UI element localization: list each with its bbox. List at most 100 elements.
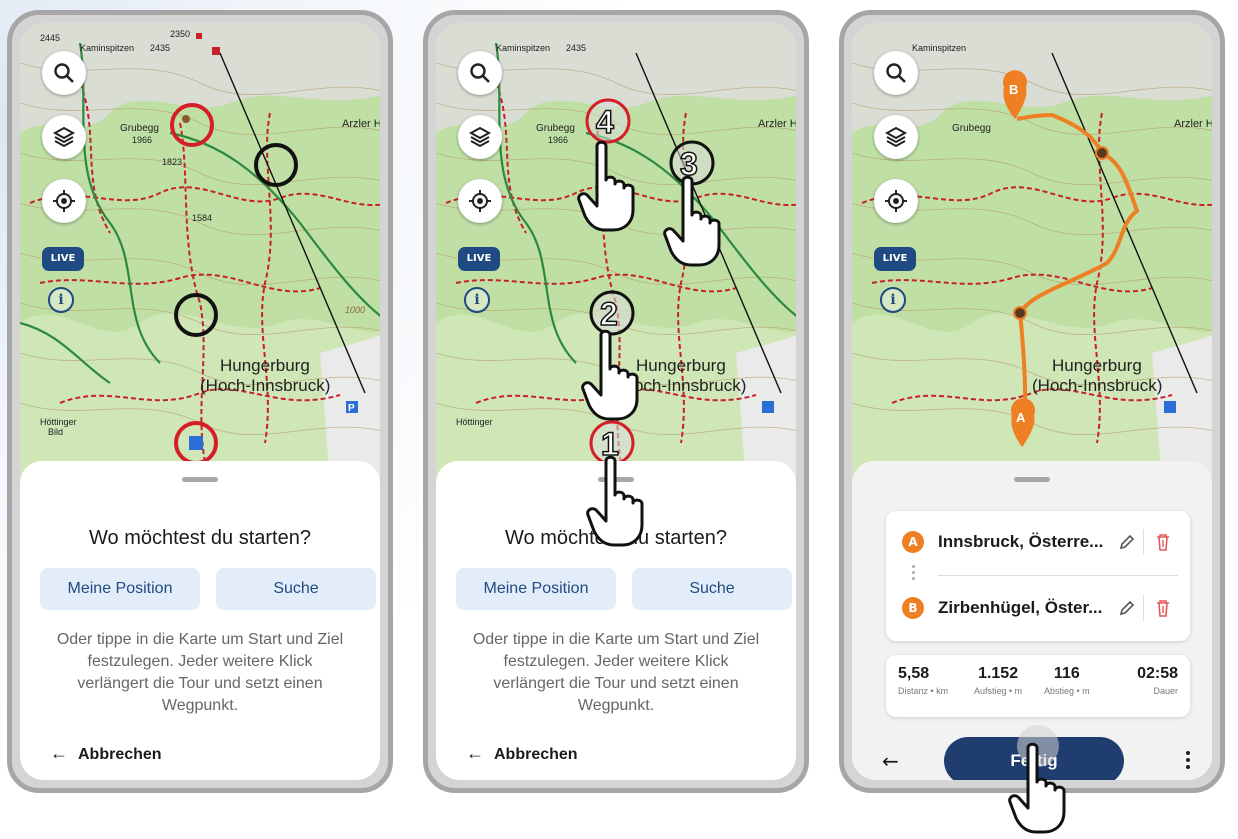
- pencil-icon[interactable]: [1118, 599, 1136, 617]
- label-hoch-innsbruck: (Hoch-Innsbruck): [1032, 376, 1162, 395]
- end-badge: B: [902, 597, 924, 619]
- start-marker-label: A: [1016, 410, 1026, 425]
- label-grubegg: Grubegg: [536, 123, 575, 134]
- pencil-icon[interactable]: [1118, 533, 1136, 551]
- arrow-left-icon: ←: [466, 743, 484, 763]
- search-icon: [470, 63, 490, 83]
- live-button[interactable]: LIVE: [874, 247, 916, 271]
- label-elev-1823: 1823: [162, 157, 182, 167]
- info-icon[interactable]: i: [48, 287, 74, 313]
- hint-text: Oder tippe in die Karte um Start und Zie…: [472, 631, 760, 714]
- start-name: Innsbruck, Österre...: [938, 532, 1104, 551]
- stat-descent-label: Abstieg • m: [1044, 686, 1090, 696]
- search-start-button[interactable]: Suche: [216, 568, 376, 610]
- cancel-label: Abbrechen: [494, 746, 578, 763]
- map-view[interactable]: Kaminspitzen Grubegg Arzler H Hungerburg…: [852, 23, 1212, 483]
- stat-distance-label: Distanz • km: [898, 686, 949, 696]
- hand-pointer-icon: [663, 175, 721, 267]
- locate-button[interactable]: [42, 179, 86, 223]
- phone-frame-3: Kaminspitzen Grubegg Arzler H Hungerburg…: [839, 10, 1225, 793]
- label-hungerburg: Hungerburg: [1052, 356, 1142, 375]
- row-divider: [938, 575, 1178, 576]
- label-hottinger: Höttinger: [456, 417, 493, 427]
- my-position-button[interactable]: Meine Position: [40, 568, 200, 610]
- search-icon: [54, 63, 74, 83]
- live-button[interactable]: LIVE: [42, 247, 84, 271]
- start-sheet: Wo möchtest du starten? Meine Position S…: [20, 461, 380, 780]
- cancel-button[interactable]: ← Abbrechen: [50, 743, 162, 764]
- info-icon[interactable]: i: [464, 287, 490, 313]
- sheet-title: Wo möchtest du starten?: [89, 527, 311, 549]
- start-badge: A: [902, 531, 924, 553]
- layers-button[interactable]: [874, 115, 918, 159]
- search-start-button[interactable]: Suche: [632, 568, 792, 610]
- screen-3: Kaminspitzen Grubegg Arzler H Hungerburg…: [852, 23, 1212, 780]
- search-icon: [886, 63, 906, 83]
- label-elev-2350: 2350: [170, 29, 190, 39]
- label-grubegg-elev: 1966: [548, 135, 568, 145]
- parking-icon: P: [348, 403, 355, 414]
- locate-button[interactable]: [874, 179, 918, 223]
- dot: [912, 565, 915, 568]
- label-arzler: Arzler H: [1174, 118, 1212, 130]
- label-elev-2435: 2435: [566, 43, 586, 53]
- trash-icon[interactable]: [1154, 598, 1172, 618]
- label-bild: Bild: [48, 427, 63, 437]
- search-button[interactable]: [42, 51, 86, 95]
- dot: [912, 571, 915, 574]
- divider: [1143, 529, 1144, 555]
- divider: [1143, 595, 1144, 621]
- layers-button[interactable]: [42, 115, 86, 159]
- end-row[interactable]: B Zirbenhügel, Öster...: [902, 589, 1178, 629]
- stat-duration-label: Dauer: [1153, 686, 1178, 696]
- label-kaminspitzen: Kaminspitzen: [912, 43, 966, 53]
- label-grubegg: Grubegg: [120, 123, 159, 134]
- locate-button[interactable]: [458, 179, 502, 223]
- locate-icon: [53, 190, 75, 212]
- hand-pointer-icon: [581, 329, 639, 421]
- stat-ascent: 1.152 Aufstieg • m: [974, 665, 1022, 696]
- stat-ascent-label: Aufstieg • m: [974, 686, 1023, 696]
- my-position-button[interactable]: Meine Position: [456, 568, 616, 610]
- label-hoch-innsbruck: (Hoch-Innsbruck): [200, 376, 330, 395]
- start-row[interactable]: A Innsbruck, Österre...: [902, 523, 1178, 563]
- hand-pointer-icon: [577, 140, 635, 232]
- hand-pointer-icon: [1008, 742, 1066, 834]
- map-view[interactable]: 2445 Kaminspitzen 2435 2350 Grubegg 1966…: [20, 23, 380, 483]
- hand-pointer-icon: [586, 455, 644, 547]
- phone-frame-1: 2445 Kaminspitzen 2435 2350 Grubegg 1966…: [7, 10, 393, 793]
- search-button[interactable]: [874, 51, 918, 95]
- label-elev-2445: 2445: [40, 33, 60, 43]
- label-elev-1584: 1584: [192, 213, 212, 223]
- layers-icon: [468, 126, 492, 148]
- cancel-button[interactable]: ← Abbrechen: [466, 743, 578, 764]
- search-button[interactable]: [458, 51, 502, 95]
- label-hottinger: Höttinger: [40, 417, 77, 427]
- route-stats-card: 5,58 Distanz • km 1.152 Aufstieg • m 116…: [886, 655, 1190, 717]
- stat-duration: 02:58 Dauer: [1137, 665, 1178, 696]
- more-menu-icon[interactable]: [1186, 751, 1190, 769]
- layers-button[interactable]: [458, 115, 502, 159]
- back-arrow-icon[interactable]: ←: [882, 749, 899, 773]
- live-button[interactable]: LIVE: [458, 247, 500, 271]
- label-arzler: Arzler H: [758, 118, 796, 130]
- cancel-label: Abbrechen: [78, 746, 162, 763]
- info-icon[interactable]: i: [880, 287, 906, 313]
- locate-icon: [469, 190, 491, 212]
- stat-distance-value: 5,58: [898, 665, 930, 682]
- label-hungerburg: Hungerburg: [636, 356, 726, 375]
- arrow-left-icon: ←: [50, 743, 68, 763]
- label-kaminspitzen: Kaminspitzen: [496, 43, 550, 53]
- trash-icon[interactable]: [1154, 532, 1172, 552]
- label-grubegg: Grubegg: [952, 123, 991, 134]
- sheet-handle[interactable]: [182, 477, 218, 482]
- stat-ascent-value: 1.152: [978, 665, 1019, 682]
- label-contour-1000: 1000: [345, 305, 365, 315]
- sheet-handle[interactable]: [1014, 477, 1050, 482]
- label-elev-2435: 2435: [150, 43, 170, 53]
- step-2: 2: [600, 296, 618, 332]
- end-marker-label: B: [1009, 82, 1018, 97]
- route-waypoints-card: A Innsbruck, Österre... B Zirbenhügel, Ö…: [886, 511, 1190, 641]
- label-arzler: Arzler H: [342, 118, 380, 130]
- label-hungerburg: Hungerburg: [220, 356, 310, 375]
